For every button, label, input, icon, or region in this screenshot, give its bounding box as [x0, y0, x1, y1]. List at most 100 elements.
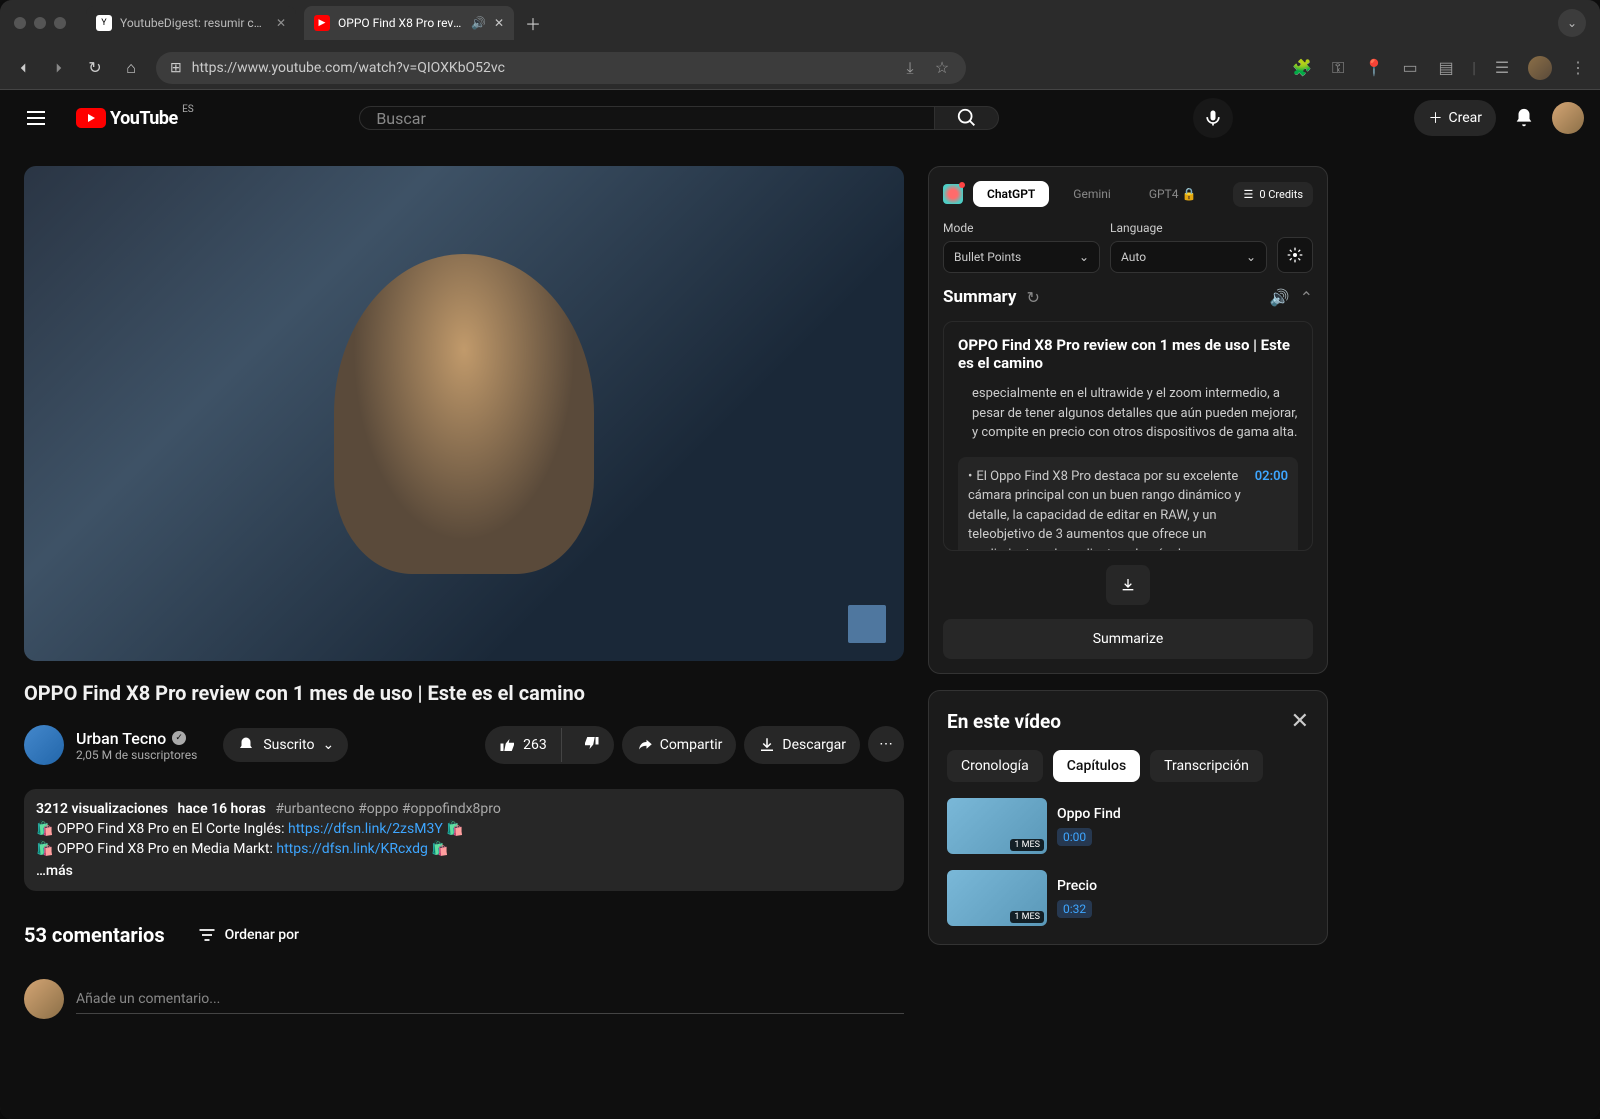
like-count: 263	[523, 737, 547, 753]
more-actions-button[interactable]: ⋯	[868, 726, 904, 762]
youtube-logo-text: YouTube	[110, 108, 178, 129]
notifications-button[interactable]	[1504, 98, 1544, 138]
model-tab-gpt4[interactable]: GPT4 🔒	[1135, 181, 1211, 207]
close-tab-icon[interactable]: ✕	[276, 16, 286, 30]
tab-dropdown[interactable]: ⌄	[1558, 9, 1586, 37]
new-tab-button[interactable]: ＋	[522, 12, 544, 34]
model-tab-gemini[interactable]: Gemini	[1059, 181, 1125, 207]
hashtags[interactable]: #urbantecno #oppo #oppofindx8pro	[275, 801, 501, 817]
extensions-icon[interactable]: 🧩	[1292, 58, 1312, 78]
desc-link-1[interactable]: https://dfsn.link/2zsM3Y	[288, 821, 443, 837]
summary-bullet[interactable]: El Oppo Find X8 Pro destaca por su excel…	[958, 457, 1298, 552]
list-icon: ☰	[1243, 188, 1253, 201]
close-window[interactable]	[14, 17, 26, 29]
chapter-thumbnail: 1 MES	[947, 870, 1047, 926]
maximize-window[interactable]	[54, 17, 66, 29]
collapse-icon[interactable]: ⌃	[1300, 288, 1313, 307]
youtube-logo[interactable]: YouTube ES	[76, 108, 178, 129]
tab-timeline[interactable]: Cronología	[947, 750, 1043, 782]
browser-tab-1[interactable]: Y YoutubeDigest: resumir con C ✕	[86, 6, 296, 40]
download-summary-button[interactable]	[1106, 565, 1150, 605]
add-comment	[24, 979, 904, 1019]
subscribe-button[interactable]: Suscrito ⌄	[223, 728, 348, 762]
video-player[interactable]	[24, 166, 904, 661]
like-button[interactable]: 263	[485, 728, 562, 762]
youtube-region: ES	[182, 104, 194, 115]
tab-favicon: ▶	[314, 15, 330, 31]
browser-extensions: 🧩 ⚿ 📍 ▭ ▤ | ☰ ⋮	[1292, 56, 1588, 80]
payment-icon[interactable]: ▭	[1400, 58, 1420, 78]
show-more-button[interactable]: …más	[36, 863, 892, 879]
download-button[interactable]: Descargar	[744, 726, 860, 764]
install-icon[interactable]: ⤓	[900, 58, 920, 78]
extension-logo-icon[interactable]	[943, 184, 963, 204]
sidepanel-icon[interactable]: ☰	[1492, 58, 1512, 78]
header-actions: ＋ Crear	[1414, 98, 1584, 138]
profile-avatar[interactable]	[1528, 56, 1552, 80]
title-bar: Y YoutubeDigest: resumir con C ✕ ▶ OPPO …	[0, 0, 1600, 46]
chapter-time[interactable]: 0:32	[1057, 900, 1092, 918]
channel-avatar[interactable]	[24, 725, 64, 765]
description-box[interactable]: 3212 visualizaciones hace 16 horas #urba…	[24, 789, 904, 891]
model-tab-chatgpt[interactable]: ChatGPT	[973, 181, 1049, 207]
summary-paragraph: especialmente en el ultrawide y el zoom …	[958, 384, 1298, 443]
reload-button[interactable]: ↻	[84, 57, 106, 79]
channel-name[interactable]: Urban Tecno ✓	[76, 729, 197, 748]
language-select[interactable]: Auto ⌄	[1110, 241, 1267, 273]
sort-button[interactable]: Ordenar por	[197, 925, 299, 945]
close-icon[interactable]: ✕	[1291, 709, 1309, 734]
dislike-button[interactable]	[568, 726, 614, 764]
chapter-item[interactable]: 1 MES Precio 0:32	[947, 870, 1309, 926]
desc-link-2[interactable]: https://dfsn.link/KRcxdg	[276, 841, 428, 857]
summary-content[interactable]: OPPO Find X8 Pro review con 1 mes de uso…	[943, 321, 1313, 551]
browser-tab-2[interactable]: ▶ OPPO Find X8 Pro review 🔊 ✕	[304, 6, 514, 40]
tab-chapters[interactable]: Capítulos	[1053, 750, 1140, 782]
search-button[interactable]	[935, 106, 999, 130]
close-tab-icon[interactable]: ✕	[494, 16, 504, 30]
like-dislike-button: 263	[485, 726, 614, 764]
desc-line-1: 🛍️ OPPO Find X8 Pro en El Corte Inglés: …	[36, 821, 892, 837]
search-input[interactable]	[359, 106, 935, 130]
back-button[interactable]	[12, 57, 34, 79]
create-button[interactable]: ＋ Crear	[1414, 100, 1496, 136]
channel-row: Urban Tecno ✓ 2,05 M de suscriptores Sus…	[24, 725, 904, 765]
url-bar[interactable]: ⊞ https://www.youtube.com/watch?v=QIOXKb…	[156, 52, 966, 84]
search-container	[359, 106, 999, 130]
voice-search-button[interactable]	[1193, 98, 1233, 138]
minimize-window[interactable]	[34, 17, 46, 29]
primary-column: OPPO Find X8 Pro review con 1 mes de uso…	[24, 166, 904, 1099]
user-comment-avatar[interactable]	[24, 979, 64, 1019]
user-avatar[interactable]	[1552, 102, 1584, 134]
mode-select[interactable]: Bullet Points ⌄	[943, 241, 1100, 273]
summarize-button[interactable]: Summarize	[943, 619, 1313, 659]
bookmark-icon[interactable]: ☆	[932, 58, 952, 78]
chapters-tabs: Cronología Capítulos Transcripción	[947, 750, 1309, 782]
extension-settings-button[interactable]	[1277, 237, 1313, 273]
password-icon[interactable]: ⚿	[1328, 58, 1348, 78]
bullet-timestamp[interactable]: 02:00	[1255, 467, 1288, 552]
credits-badge[interactable]: ☰ 0 Credits	[1233, 182, 1313, 207]
chapter-name: Precio	[1057, 878, 1097, 894]
comment-input[interactable]	[76, 985, 904, 1014]
channel-info: Urban Tecno ✓ 2,05 M de suscriptores	[76, 729, 197, 762]
language-label: Language	[1110, 221, 1267, 235]
channel-watermark[interactable]	[848, 605, 886, 643]
hamburger-menu[interactable]	[16, 98, 56, 138]
video-actions: 263 Compartir Descargar	[485, 726, 904, 764]
chapter-item[interactable]: 1 MES Oppo Find 0:00	[947, 798, 1309, 854]
menu-icon[interactable]: ⋮	[1568, 58, 1588, 78]
forward-button[interactable]	[48, 57, 70, 79]
location-icon[interactable]: 📍	[1364, 58, 1384, 78]
refresh-icon[interactable]: ↻	[1026, 288, 1039, 307]
tab-favicon: Y	[96, 15, 112, 31]
audio-icon[interactable]: 🔊	[471, 16, 486, 30]
site-settings-icon[interactable]: ⊞	[170, 60, 182, 76]
extension-header: ChatGPT Gemini GPT4 🔒 ☰ 0 Credits	[943, 181, 1313, 207]
reader-icon[interactable]: ▤	[1436, 58, 1456, 78]
chapter-time[interactable]: 0:00	[1057, 828, 1092, 846]
home-button[interactable]: ⌂	[120, 57, 142, 79]
chevron-down-icon: ⌄	[322, 737, 334, 753]
speaker-icon[interactable]: 🔊	[1270, 288, 1290, 307]
tab-transcript[interactable]: Transcripción	[1150, 750, 1263, 782]
share-button[interactable]: Compartir	[622, 726, 737, 764]
